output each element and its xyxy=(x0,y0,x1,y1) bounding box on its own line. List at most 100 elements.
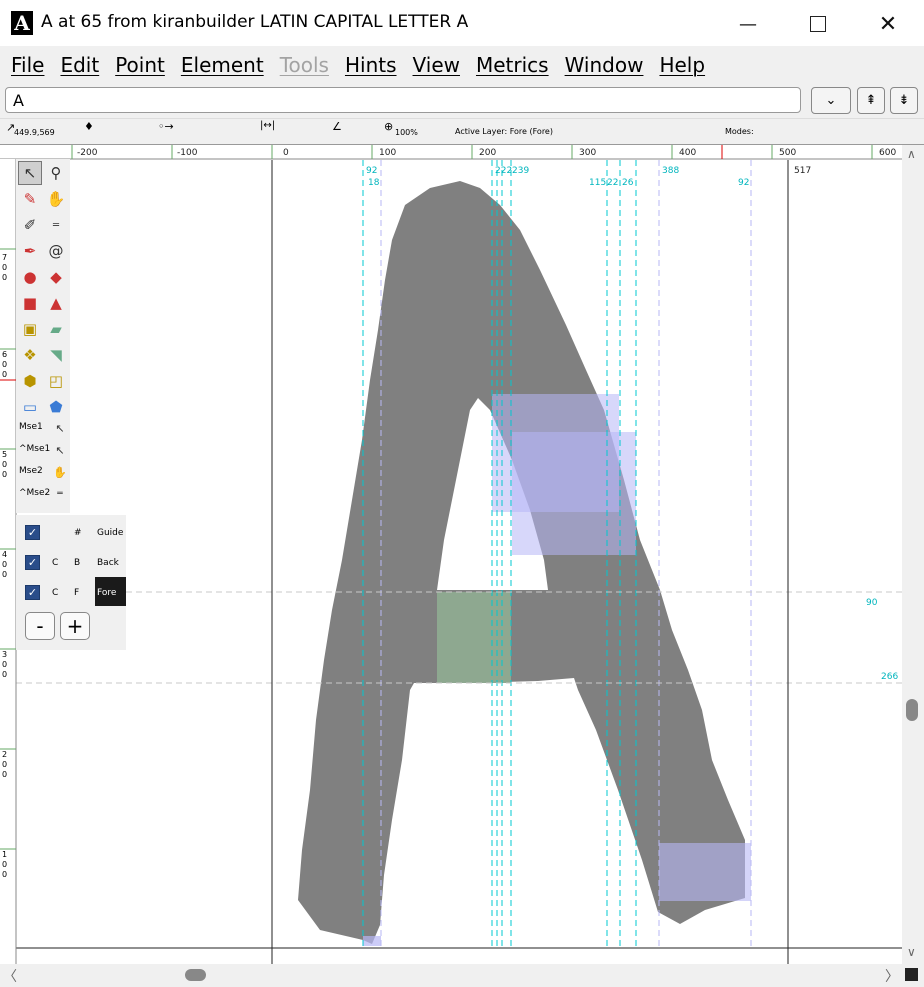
layer-name[interactable]: Back xyxy=(97,558,119,568)
menu-file[interactable]: File xyxy=(11,53,44,77)
scroll-left-icon[interactable]: 〈 xyxy=(3,966,17,986)
pointer-icon: ↖ xyxy=(55,443,65,457)
guide-label: 18 xyxy=(368,178,380,188)
layer-guide-checkbox[interactable]: ✓ xyxy=(25,525,40,540)
hv-curve-point-icon[interactable]: ◆ xyxy=(44,265,68,289)
hint-box xyxy=(363,936,381,946)
ruler-label: 200 xyxy=(2,750,8,779)
rotate-icon[interactable]: ◥ xyxy=(44,343,68,367)
flip-icon[interactable]: ❖ xyxy=(18,343,42,367)
menu-help[interactable]: Help xyxy=(659,53,705,77)
scroll-right-icon[interactable]: 〉 xyxy=(885,966,899,986)
vertical-scrollbar[interactable]: ∧ ∨ xyxy=(902,145,924,964)
ruler-label: 500 xyxy=(2,450,8,479)
guide-label: 92 xyxy=(738,178,749,188)
ruler-label: 600 xyxy=(2,350,8,379)
skew-icon[interactable]: ▰ xyxy=(44,317,68,341)
knife-icon[interactable]: ✐ xyxy=(18,213,42,237)
ruler-label: 400 xyxy=(679,148,696,158)
ruler-label: 400 xyxy=(2,550,8,579)
scroll-down-icon[interactable]: ∨ xyxy=(907,945,916,959)
previous-glyph-button[interactable]: ⇞ xyxy=(857,87,885,114)
maximize-icon[interactable] xyxy=(788,4,848,44)
layer-c: C xyxy=(52,558,59,568)
glyph-outline xyxy=(298,181,745,944)
menu-edit[interactable]: Edit xyxy=(60,53,99,77)
ruler-label: 500 xyxy=(779,148,796,158)
resize-grip-icon[interactable] xyxy=(905,968,918,981)
guide-label: 115 xyxy=(589,178,606,188)
guide-label: 26 xyxy=(622,178,634,188)
menu-view[interactable]: View xyxy=(413,53,460,77)
toolbox: ↖ ⚲ ✎ ✋ ✐ ═ ✒ @ ● ◆ ■ ▲ ▣ ▰ ❖ ◥ ⬢ ◰ ▭ ⬟ … xyxy=(16,159,70,513)
ruler-icon: ═ xyxy=(57,489,63,499)
mouse-binding-label: Mse1 xyxy=(19,422,43,432)
layer-fore-checkbox[interactable]: ✓ xyxy=(25,585,40,600)
advance-width-label: 517 xyxy=(794,166,811,176)
layers-panel: ✓ # Guide ✓ C B Back ✓ C F Fore - + xyxy=(16,515,126,650)
menu-element[interactable]: Element xyxy=(181,53,264,77)
remove-layer-button[interactable]: - xyxy=(25,612,55,640)
magnify-icon[interactable]: ⚲ xyxy=(44,161,68,185)
layer-name[interactable]: Fore xyxy=(97,588,116,598)
guide-label: 90 xyxy=(866,598,878,608)
perspective-icon[interactable]: ◰ xyxy=(44,369,68,393)
guide-label: 388 xyxy=(662,166,679,176)
corner-point-icon[interactable]: ■ xyxy=(18,291,42,315)
guide-label: 222 xyxy=(495,166,512,176)
menu-window[interactable]: Window xyxy=(565,53,644,77)
next-glyph-button[interactable]: ⇟ xyxy=(890,87,918,114)
add-layer-button[interactable]: + xyxy=(60,612,90,640)
pointer-icon: ↖ xyxy=(55,421,65,435)
point-icon: ♦ xyxy=(84,120,94,133)
spiral-icon[interactable]: @ xyxy=(44,239,68,263)
rotate-3d-icon[interactable]: ⬢ xyxy=(18,369,42,393)
layer-name[interactable]: Guide xyxy=(97,528,123,538)
cursor-coordinates: 449.9,569 xyxy=(14,128,55,137)
zoom-level: 100% xyxy=(395,128,418,137)
polygon-icon[interactable]: ⬟ xyxy=(44,395,68,419)
guide-label: 266 xyxy=(881,672,898,682)
vertical-scroll-thumb[interactable] xyxy=(906,699,918,721)
rectangle-icon[interactable]: ▭ xyxy=(18,395,42,419)
pointer-icon[interactable]: ↖ xyxy=(18,161,42,185)
ruler-label: 200 xyxy=(479,148,496,158)
menu-metrics[interactable]: Metrics xyxy=(476,53,549,77)
menu-tools[interactable]: Tools xyxy=(280,53,329,77)
guide-label: 239 xyxy=(512,166,529,176)
minimize-icon[interactable]: — xyxy=(718,4,778,44)
close-icon[interactable]: ✕ xyxy=(858,4,918,44)
glyph-canvas-svg: -200 -100 0 100 200 300 400 500 600 92 1… xyxy=(0,145,902,964)
menu-hints[interactable]: Hints xyxy=(345,53,397,77)
menu-point[interactable]: Point xyxy=(115,53,165,77)
scroll-up-icon[interactable]: ∧ xyxy=(907,147,916,161)
horizontal-scrollbar[interactable]: 〈 〉 xyxy=(0,964,924,987)
menu-bar: File Edit Point Element Tools Hints View… xyxy=(0,46,924,84)
curve-point-icon[interactable]: ● xyxy=(18,265,42,289)
horizontal-ruler xyxy=(0,145,902,159)
layer-back-checkbox[interactable]: ✓ xyxy=(25,555,40,570)
layer-c: C xyxy=(52,588,59,598)
pencil-icon[interactable]: ✎ xyxy=(18,187,42,211)
ruler-label: -100 xyxy=(177,148,198,158)
horizontal-scroll-thumb[interactable] xyxy=(185,969,206,981)
tangent-point-icon[interactable]: ▲ xyxy=(44,291,68,315)
glyph-name-input[interactable]: A xyxy=(5,87,801,113)
hint-box-stem xyxy=(437,592,511,683)
ruler-icon[interactable]: ═ xyxy=(44,213,68,237)
glyph-canvas[interactable]: -200 -100 0 100 200 300 400 500 600 92 1… xyxy=(0,145,902,964)
hand-icon: ✋ xyxy=(53,465,67,479)
scale-icon[interactable]: ▣ xyxy=(18,317,42,341)
zoom-icon: ⊕ xyxy=(384,120,394,133)
pen-icon[interactable]: ✒ xyxy=(18,239,42,263)
active-layer-label: Active Layer: Fore (Fore) xyxy=(455,127,553,136)
ruler-label: 100 xyxy=(2,850,8,879)
hand-icon[interactable]: ✋ xyxy=(44,187,68,211)
ruler-label: 300 xyxy=(579,148,596,158)
ruler-label: 300 xyxy=(2,650,8,679)
info-bar: ↗ 449.9,569 ♦ ◦→ |↔| ∠ ⊕ 100% Active Lay… xyxy=(0,118,924,145)
ruler-label: -200 xyxy=(77,148,98,158)
ruler-label: 100 xyxy=(379,148,396,158)
guide-label: 92 xyxy=(366,166,377,176)
chevron-down-icon[interactable]: ⌄ xyxy=(811,87,851,114)
